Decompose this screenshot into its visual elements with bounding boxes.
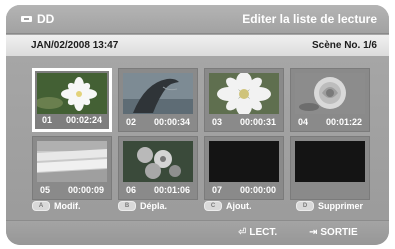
source-indicator: DD: [21, 12, 54, 26]
a-key-icon: A: [32, 201, 50, 211]
scene-number: Scène No. 1/6: [311, 40, 377, 51]
white-flower-image: [209, 73, 279, 114]
footer-bar: ⏎ LECT. ⇥ SORTIE: [6, 220, 389, 245]
play-button[interactable]: ⏎ LECT.: [238, 227, 277, 238]
page-title: Editer la liste de lecture: [242, 12, 377, 26]
scene-thumbnail-02[interactable]: 02 00:00:34: [118, 68, 198, 132]
scene-thumbnail-empty[interactable]: [290, 136, 370, 200]
menu-frame: DD Editer la liste de lecture JAN/02/200…: [6, 5, 389, 245]
black-frame: [295, 141, 365, 182]
delete-button[interactable]: D Supprimer: [296, 201, 363, 211]
waterfall-image: [37, 141, 107, 182]
scene-thumbnail-07[interactable]: 07 00:00:00: [204, 136, 284, 200]
move-button[interactable]: B Dépla.: [118, 201, 167, 211]
black-frame: [209, 141, 279, 182]
scene-thumbnail-04[interactable]: 04 00:01:22: [290, 68, 370, 132]
scene-thumbnail-06[interactable]: 06 00:01:06: [118, 136, 198, 200]
exit-icon: ⇥: [309, 227, 318, 238]
b-key-icon: B: [118, 201, 136, 211]
title-bar: DD Editer la liste de lecture: [6, 5, 389, 34]
rose-image: [295, 73, 365, 114]
scene-grid: 01 00:02:24 02 00:00:34 03 00:00:31 04 0…: [32, 68, 370, 200]
add-button[interactable]: C Ajout.: [204, 201, 252, 211]
exit-button[interactable]: ⇥ SORTIE: [309, 227, 358, 238]
disc-icon: [21, 16, 32, 22]
modify-button[interactable]: A Modif.: [32, 201, 81, 211]
datetime: JAN/02/2008 13:47: [31, 40, 119, 51]
source-label: DD: [37, 12, 55, 26]
d-key-icon: D: [296, 201, 314, 211]
dolphin-image: [123, 73, 193, 114]
flower-bunch-image: [123, 141, 193, 182]
scene-thumbnail-03[interactable]: 03 00:00:31: [204, 68, 284, 132]
color-button-row: A Modif. B Dépla. C Ajout. D Supprimer: [6, 201, 389, 215]
scene-thumbnail-05[interactable]: 05 00:00:09: [32, 136, 112, 200]
white-flower-image: [37, 73, 107, 114]
c-key-icon: C: [204, 201, 222, 211]
scene-thumbnail-01[interactable]: 01 00:02:24: [32, 68, 112, 132]
play-enter-icon: ⏎: [238, 227, 247, 238]
menu-screen: DD Editer la liste de lecture JAN/02/200…: [0, 0, 395, 249]
info-bar: JAN/02/2008 13:47 Scène No. 1/6: [6, 35, 389, 56]
